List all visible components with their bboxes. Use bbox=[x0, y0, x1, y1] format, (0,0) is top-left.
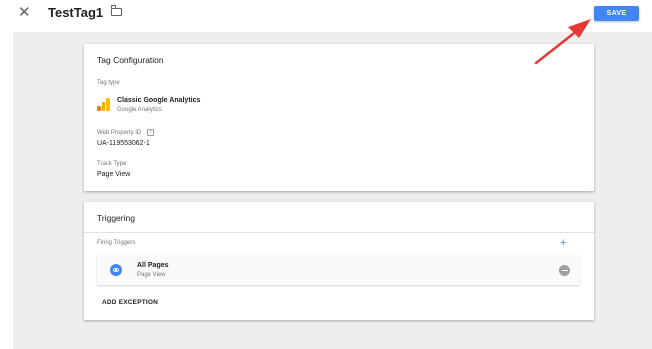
save-button[interactable]: SAVE bbox=[594, 6, 639, 21]
help-icon[interactable]: ? bbox=[147, 129, 154, 136]
track-type-value: Page View bbox=[97, 171, 131, 178]
tag-configuration-card[interactable]: Tag Configuration Tag type Classic Googl… bbox=[84, 44, 594, 191]
plus-icon[interactable]: + bbox=[560, 238, 566, 249]
add-exception-button[interactable]: ADD EXCEPTION bbox=[102, 299, 158, 306]
eye-icon bbox=[110, 264, 122, 276]
triggering-card[interactable]: Triggering Firing Triggers + All Pages P… bbox=[84, 202, 594, 320]
tag-type-vendor: Google Analytics bbox=[117, 107, 162, 113]
editor-canvas: Tag Configuration Tag type Classic Googl… bbox=[13, 32, 652, 349]
top-bar: ✕ TestTag1 SAVE bbox=[0, 0, 652, 28]
close-icon[interactable]: ✕ bbox=[18, 5, 31, 21]
card-title: Tag Configuration bbox=[97, 55, 164, 65]
card-title: Triggering bbox=[97, 213, 135, 223]
web-property-label: Web Property ID bbox=[97, 130, 142, 136]
web-property-value: UA-119553062-1 bbox=[97, 140, 150, 147]
tag-name-title[interactable]: TestTag1 bbox=[48, 5, 103, 21]
divider bbox=[84, 232, 594, 233]
folder-icon[interactable] bbox=[110, 5, 122, 16]
google-analytics-icon bbox=[97, 98, 110, 111]
trigger-name: All Pages bbox=[137, 262, 169, 269]
tag-type-name: Classic Google Analytics bbox=[117, 97, 201, 104]
firing-triggers-label: Firing Triggers bbox=[97, 240, 136, 246]
remove-icon[interactable] bbox=[559, 265, 570, 276]
track-type-label: Track Type bbox=[97, 161, 127, 167]
tag-type-label: Tag type bbox=[97, 80, 120, 86]
trigger-type: Page View bbox=[137, 272, 166, 278]
trigger-row[interactable]: All Pages Page View bbox=[97, 255, 580, 285]
